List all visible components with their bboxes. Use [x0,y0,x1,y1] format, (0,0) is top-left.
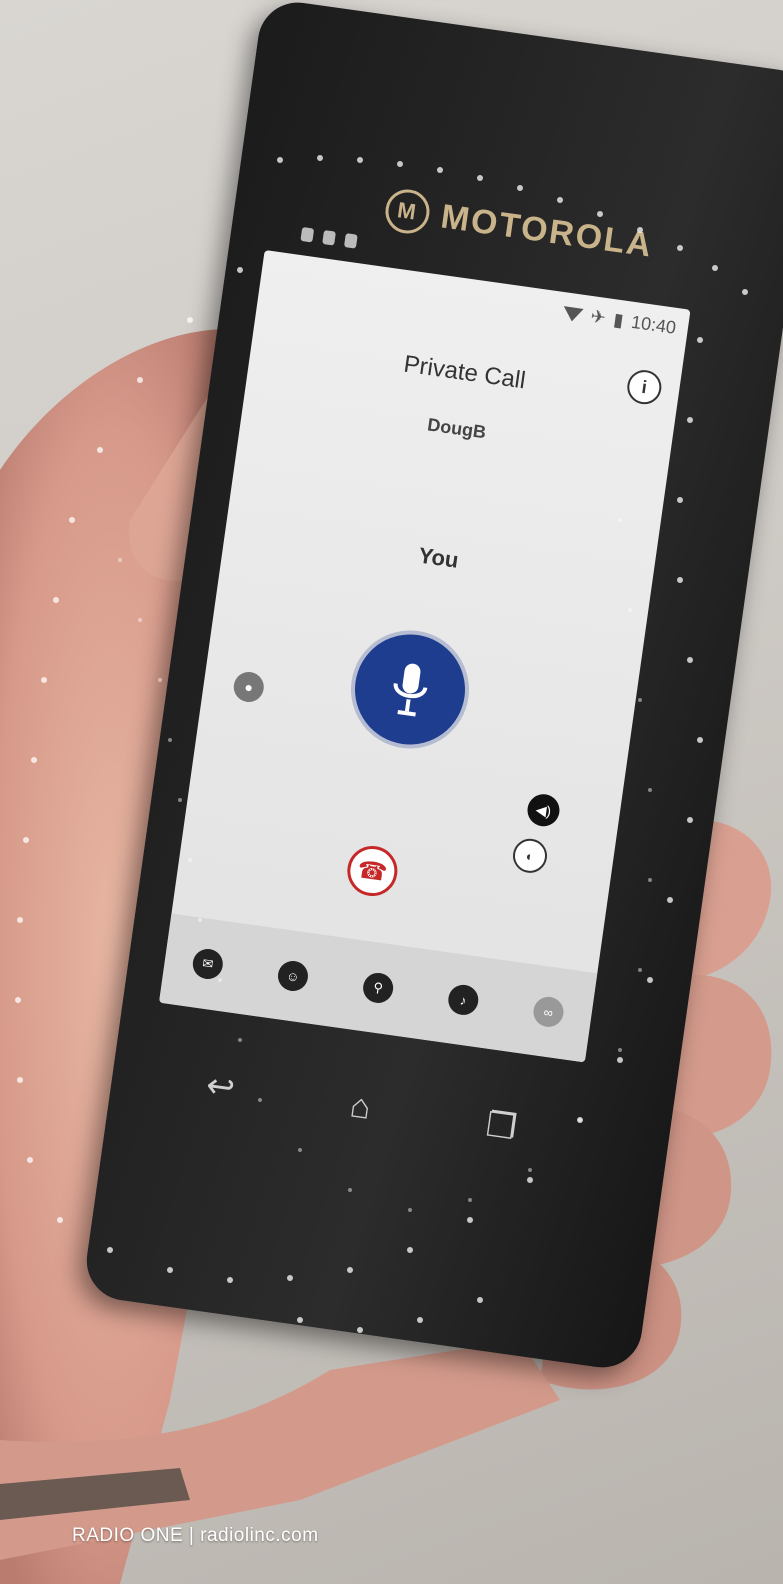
push-to-talk-button[interactable] [347,627,473,752]
location-icon[interactable]: ⚲ [361,971,396,1005]
recent-apps-icon[interactable]: ❐ [484,1105,520,1149]
notification-icon [300,226,315,243]
more-icon[interactable]: ∞ [531,994,566,1029]
motorola-batwing-icon: M [382,186,433,237]
call-screen: ✈ ▮ 10:40 i Private Call DougB You ● ◀) … [158,249,691,1063]
emergency-icon[interactable]: ● [231,670,266,704]
status-time: 10:40 [629,311,678,338]
contacts-icon[interactable]: ☺ [276,959,310,993]
talkgroup-icon[interactable]: ♪ [446,982,481,1017]
notification-icon [322,230,336,246]
home-icon[interactable]: ⌂ [348,1086,374,1127]
current-speaker: You [417,542,461,573]
notification-icons [300,226,358,249]
phone-hangup-icon: ☎ [355,855,390,887]
volume-icon[interactable]: ◀) [525,792,562,829]
brand-logo: M MOTOROLA [382,186,656,268]
speaker-icon[interactable]: ◐ [510,836,550,875]
messages-icon[interactable]: ✉ [190,947,225,981]
airplane-icon: ✈ [589,306,608,328]
footer-caption: RADIO ONE | radiolinc.com [72,1525,319,1546]
microphone-icon [393,663,428,717]
brand-name: MOTOROLA [438,196,656,265]
notification-icon [343,233,358,249]
wifi-icon [561,305,584,323]
back-icon[interactable]: ↩ [204,1065,238,1109]
battery-icon: ▮ [612,309,625,331]
end-call-button[interactable]: ☎ [344,842,401,900]
status-bar: ✈ ▮ 10:40 [561,302,677,339]
